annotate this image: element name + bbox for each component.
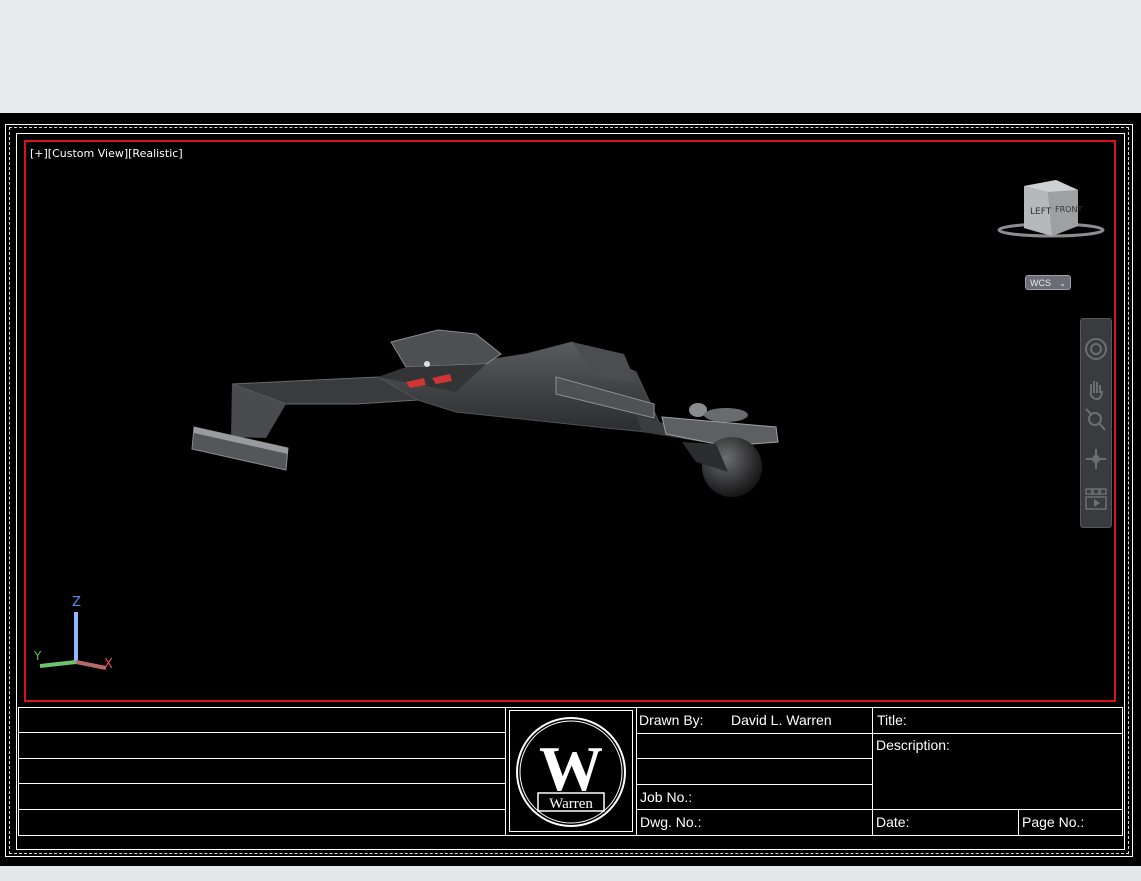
pan-hand-icon[interactable] bbox=[1084, 375, 1108, 403]
viewcube[interactable]: LEFT FRONT bbox=[996, 178, 1106, 240]
viewcube-left-face: LEFT bbox=[1030, 207, 1052, 217]
logo-text: Warren bbox=[549, 796, 593, 812]
orbit-icon[interactable] bbox=[1084, 445, 1108, 473]
chevron-down-icon: ⌄ bbox=[1059, 279, 1066, 288]
ucs-x-label: X bbox=[104, 657, 113, 672]
starship-model[interactable] bbox=[26, 142, 1114, 700]
navigation-bar[interactable] bbox=[1080, 318, 1112, 528]
full-navigation-wheel-icon[interactable] bbox=[1084, 335, 1108, 363]
ucs-icon: Z X Y bbox=[33, 595, 113, 672]
wcs-menu-button[interactable]: WCS ⌄ bbox=[1025, 275, 1071, 290]
drawing-sheet[interactable]: [+][Custom View][Realistic] LEFT FRONT W… bbox=[0, 113, 1141, 866]
ucs-z-label: Z bbox=[72, 595, 81, 610]
warren-logo: W Warren bbox=[516, 717, 626, 827]
showmotion-icon[interactable] bbox=[1084, 485, 1108, 513]
zoom-extents-icon[interactable] bbox=[1084, 407, 1108, 435]
model-viewport[interactable]: [+][Custom View][Realistic] LEFT FRONT W… bbox=[24, 140, 1116, 702]
ucs-y-label: Y bbox=[33, 649, 42, 663]
status-strip bbox=[0, 866, 1141, 881]
viewcube-front-face: FRONT bbox=[1055, 205, 1082, 214]
wcs-label: WCS bbox=[1030, 278, 1051, 288]
